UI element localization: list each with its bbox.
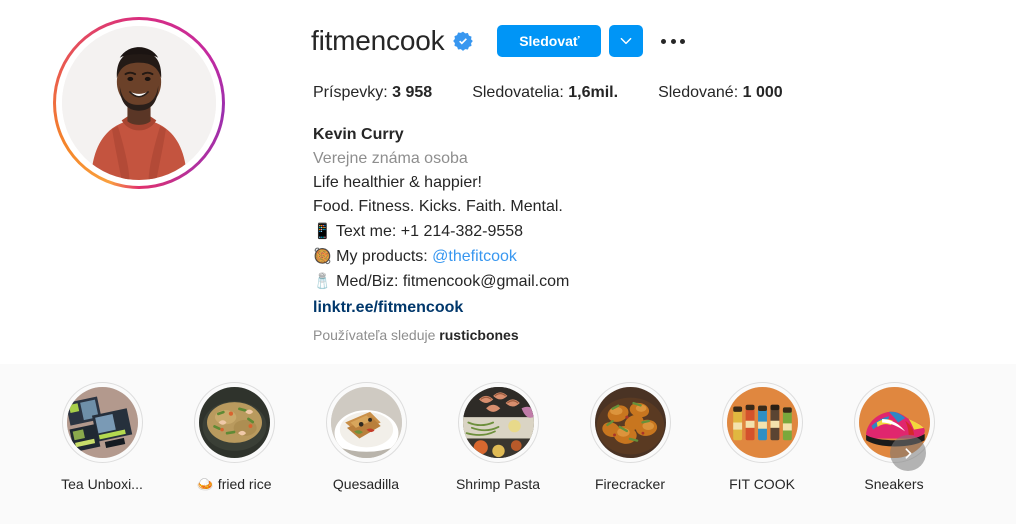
highlight-label: FIT COOK: [729, 476, 795, 492]
stat-posts-label: Príspevky:: [313, 84, 388, 101]
bio-line-3-text: Text me: +1 214-382-9558: [335, 223, 524, 240]
stat-posts[interactable]: Príspevky: 3 958: [313, 81, 432, 105]
bio-line-4: 🥘 My products: @thefitcook: [313, 244, 569, 269]
stat-followers-label: Sledovatelia:: [472, 84, 564, 101]
highlight-label: Tea Unboxi...: [61, 476, 143, 492]
highlight-label: Quesadilla: [332, 476, 400, 492]
chevron-down-icon: [619, 34, 633, 48]
stat-following-value: 1 000: [742, 84, 783, 101]
avatar[interactable]: [53, 17, 225, 189]
stat-posts-value: 3 958: [392, 84, 433, 101]
more-dot-2: [670, 38, 676, 44]
highlight-sneakers[interactable]: Sneakers: [828, 382, 960, 493]
highlight-cover-fit-cook: [726, 387, 798, 458]
follow-button[interactable]: Sledovať: [497, 25, 602, 57]
bio-line-5-text: Med/Biz: fitmencook@gmail.com: [336, 273, 570, 290]
bio-line-4-text: My products:: [336, 248, 433, 265]
highlight-firecracker[interactable]: Firecracker: [564, 382, 696, 493]
highlight-cover-tea-boxes: [66, 387, 138, 458]
chevron-right-icon: [902, 447, 915, 460]
highlight-fried-rice[interactable]: 🍛 fried rice: [168, 382, 300, 493]
highlight-ring: [61, 382, 143, 463]
story-ring: [53, 17, 225, 189]
stat-followers[interactable]: Sledovatelia: 1,6mil.: [472, 81, 618, 105]
highlight-label: 🍛 fried rice: [196, 476, 272, 492]
follow-options-button[interactable]: [609, 25, 644, 57]
bio-line-1: Life healthier & happier!: [313, 174, 482, 191]
highlights-next-button[interactable]: [890, 435, 926, 471]
story-ring-gap: [56, 20, 222, 186]
bio: Kevin Curry Verejne známa osoba Life hea…: [313, 123, 569, 320]
highlight-cover-quesadilla: [330, 387, 402, 458]
highlight-quesadilla[interactable]: Quesadilla: [300, 382, 432, 493]
highlight-label: Shrimp Pasta: [455, 476, 541, 492]
profile-header: fitmencook Sledovať: [311, 24, 687, 58]
external-link[interactable]: linktr.ee/fitmencook: [313, 296, 463, 320]
paella-icon: 🥘: [313, 247, 332, 265]
highlight-ring: [589, 382, 671, 463]
profile-card: fitmencook Sledovať Príspevky: 3 958 Sle…: [0, 0, 1016, 364]
bio-line-2: Food. Fitness. Kicks. Faith. Mental.: [313, 198, 563, 215]
highlight-cover-shrimp-pasta: [462, 387, 534, 458]
account-category: Verejne známa osoba: [313, 150, 468, 167]
highlight-cover-fried-rice: [198, 387, 270, 458]
stat-following-label: Sledované:: [658, 84, 739, 101]
highlight-ring: [193, 382, 275, 463]
full-name: Kevin Curry: [313, 126, 404, 143]
salt-shaker-icon: 🧂: [313, 272, 332, 290]
verified-badge-icon: [453, 31, 474, 51]
highlight-label: Sneakers: [864, 476, 924, 492]
followed-by: Používateľa sleduje rusticbones: [313, 326, 519, 344]
more-options-button[interactable]: [659, 27, 687, 55]
instagram-profile-page: fitmencook Sledovať Príspevky: 3 958 Sle…: [0, 0, 1016, 524]
bio-line-5: 🧂 Med/Biz: fitmencook@gmail.com: [313, 269, 569, 294]
highlight-ring: [325, 382, 407, 463]
mobile-phone-icon: 📱: [313, 222, 332, 240]
highlight-fit-cook[interactable]: FIT COOK: [696, 382, 828, 493]
username: fitmencook: [311, 25, 445, 56]
highlight-shrimp-pasta[interactable]: Shrimp Pasta: [432, 382, 564, 493]
followed-by-prefix: Používateľa sleduje: [313, 327, 436, 343]
highlight-ring: [721, 382, 803, 463]
profile-stats: Príspevky: 3 958 Sledovatelia: 1,6mil. S…: [313, 81, 783, 105]
followed-by-names[interactable]: rusticbones: [439, 327, 518, 343]
highlight-label: Firecracker: [594, 476, 665, 492]
mention-thefitcook[interactable]: @thefitcook: [432, 248, 517, 265]
highlight-tea-unboxing[interactable]: Tea Unboxi...: [36, 382, 168, 493]
stat-following[interactable]: Sledované: 1 000: [658, 81, 783, 105]
bio-line-3: 📱 Text me: +1 214-382-9558: [313, 219, 569, 244]
avatar-photo: [62, 26, 216, 180]
more-dot-1: [661, 38, 667, 44]
more-dot-3: [680, 38, 686, 44]
highlight-cover-firecracker: [594, 387, 666, 458]
stat-followers-value: 1,6mil.: [568, 84, 619, 101]
story-highlights: Tea Unboxi... 🍛 fried rice Quesadilla Sh…: [0, 382, 1016, 524]
highlight-ring: [457, 382, 539, 463]
